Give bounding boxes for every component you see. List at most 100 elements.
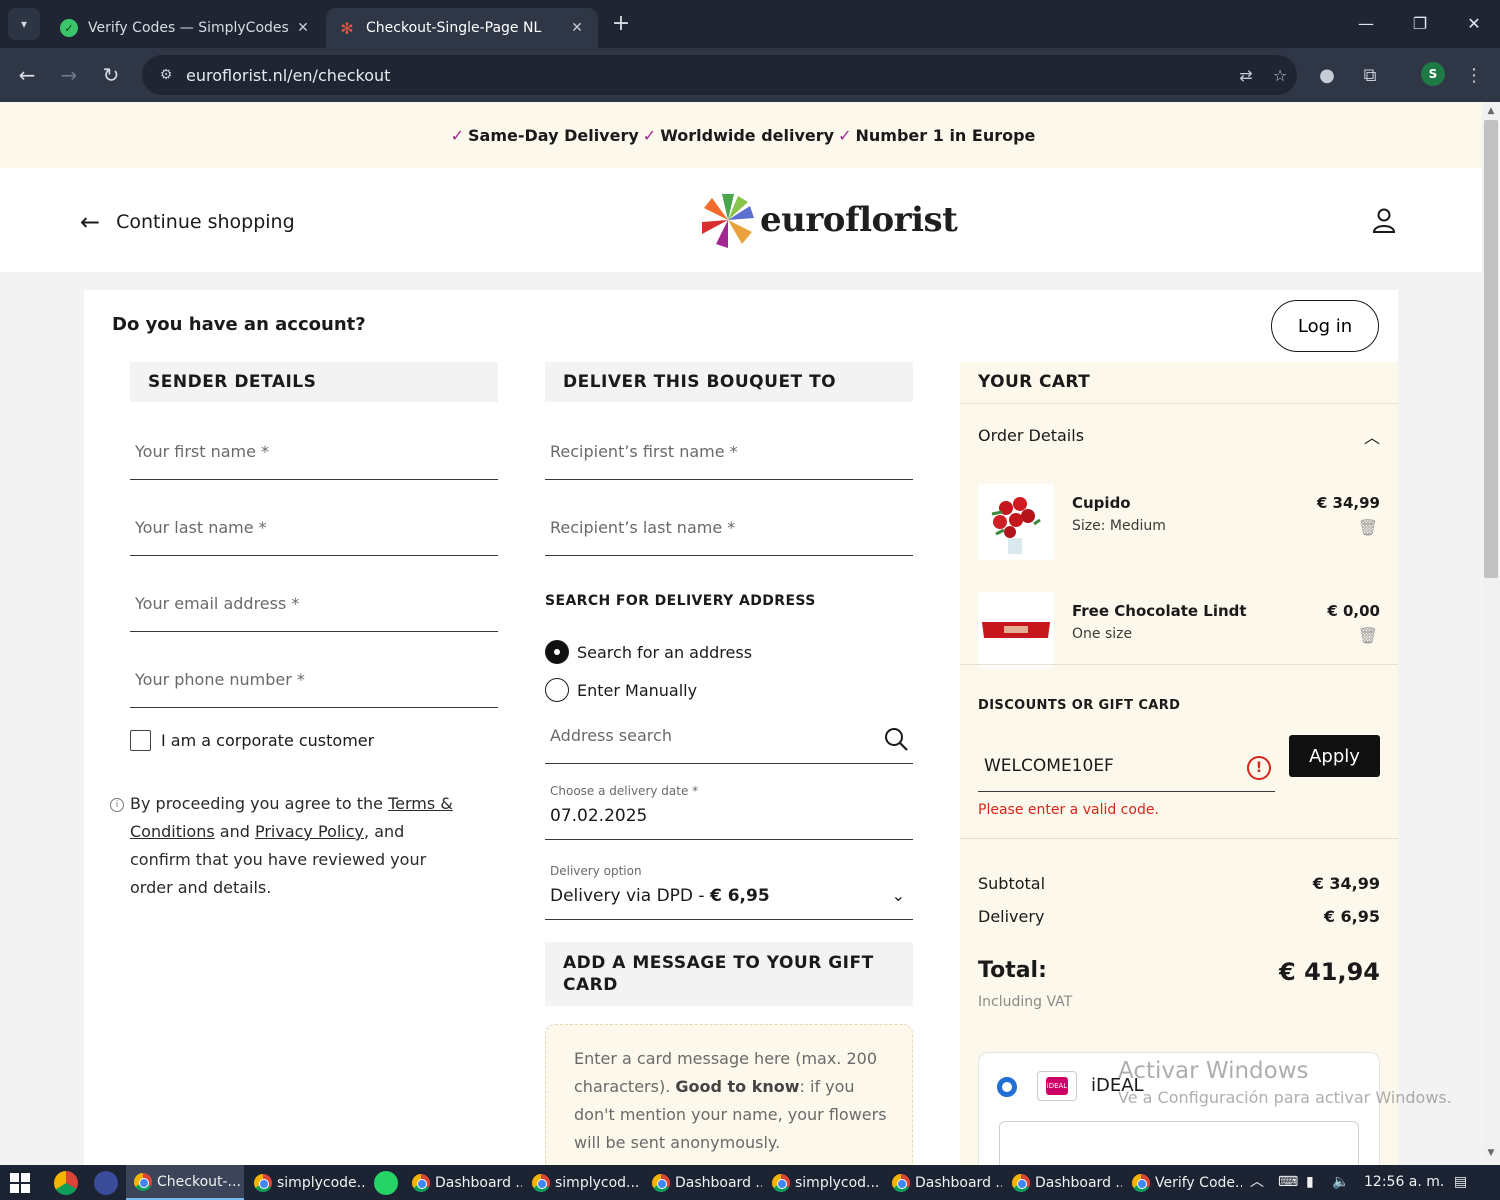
bookmark-star-icon[interactable]: ☆: [1263, 66, 1297, 85]
ideal-logo-icon: iDEAL: [1037, 1071, 1077, 1101]
delivery-option-select[interactable]: Delivery option Delivery via DPD - € 6,9…: [545, 864, 913, 920]
close-tab-icon[interactable]: ✕: [568, 20, 586, 36]
new-tab-icon[interactable]: +: [608, 12, 634, 38]
notification-icon[interactable]: ▤: [1454, 1165, 1467, 1200]
field-label: Delivery option: [550, 864, 642, 878]
delivery-date-field[interactable]: Choose a delivery date * 07.02.2025: [545, 784, 913, 840]
order-details-toggle[interactable]: Order Details: [978, 426, 1084, 445]
windows-start-icon[interactable]: [10, 1173, 30, 1193]
account-user-icon[interactable]: [1370, 206, 1398, 234]
browser-tab-bar: ▾ ✓ Verify Codes — SimplyCodes ✕ ✻ Check…: [0, 0, 1500, 48]
radio-enter-manually[interactable]: Enter Manually: [545, 678, 697, 702]
volume-icon[interactable]: 🔈: [1332, 1165, 1349, 1200]
chocolate-image: [978, 592, 1054, 668]
close-tab-icon[interactable]: ✕: [294, 20, 312, 36]
taskbar-item[interactable]: Verify Code...: [1124, 1165, 1242, 1200]
recipient-last-name-field[interactable]: Recipient’s last name *: [545, 504, 913, 556]
scroll-up-icon[interactable]: ▲: [1484, 106, 1498, 120]
continue-shopping-link[interactable]: ← Continue shopping: [80, 208, 295, 236]
sender-last-name-field[interactable]: Your last name *: [130, 504, 498, 556]
item-name: Free Chocolate Lindt: [1072, 602, 1247, 620]
translate-icon[interactable]: ⇄: [1229, 66, 1263, 85]
restore-icon[interactable]: ❐: [1400, 10, 1440, 38]
taskbar-item[interactable]: simplycode...: [246, 1165, 366, 1200]
back-icon[interactable]: ←: [12, 60, 42, 90]
radio-search-address[interactable]: Search for an address: [545, 640, 752, 664]
battery-icon[interactable]: ▮: [1306, 1165, 1314, 1200]
chevron-down-icon[interactable]: ⌄: [892, 886, 905, 905]
bank-select[interactable]: [999, 1121, 1359, 1165]
taskbar-item[interactable]: simplycod...: [524, 1165, 642, 1200]
apply-button[interactable]: Apply: [1289, 735, 1380, 777]
chrome-icon: [652, 1173, 670, 1192]
privacy-policy-link[interactable]: Privacy Policy: [255, 822, 364, 841]
site-info-icon[interactable]: ⚙: [148, 67, 184, 83]
taskbar-label: simplycod...: [795, 1174, 880, 1191]
taskbar-item[interactable]: Dashboard ...: [644, 1165, 762, 1200]
url-text[interactable]: euroflorist.nl/en/checkout: [186, 66, 1229, 85]
radio-unselected-icon[interactable]: [545, 678, 569, 702]
tray-chevron-up-icon[interactable]: ︿: [1250, 1165, 1264, 1200]
gift-message-textarea[interactable]: Enter a card message here (max. 200 char…: [545, 1024, 913, 1165]
extensions-puzzle-icon[interactable]: ⧉: [1356, 62, 1384, 90]
address-bar[interactable]: ⚙ euroflorist.nl/en/checkout ⇄ ☆: [142, 55, 1297, 95]
taskbar-item[interactable]: Dashboard ...: [884, 1165, 1002, 1200]
radio-label: Enter Manually: [577, 680, 698, 700]
scroll-down-icon[interactable]: ▼: [1484, 1148, 1498, 1162]
profile-avatar[interactable]: S: [1421, 62, 1445, 86]
tab-label: Checkout-Single-Page NL: [366, 20, 542, 36]
reload-icon[interactable]: ↻: [96, 60, 126, 90]
app-icon[interactable]: [94, 1171, 118, 1195]
payment-radio-selected[interactable]: [997, 1077, 1017, 1097]
tab-search-chevron-icon[interactable]: ▾: [8, 8, 40, 40]
windows-activation-watermark: Activar Windows: [1118, 1058, 1309, 1084]
chevron-up-icon[interactable]: ︿: [1364, 424, 1380, 448]
sender-phone-field[interactable]: Your phone number *: [130, 656, 498, 708]
trash-icon[interactable]: 🗑: [1358, 626, 1378, 645]
placeholder: Your last name *: [135, 518, 267, 537]
login-button[interactable]: Log in: [1271, 300, 1379, 352]
radio-selected-icon[interactable]: [545, 640, 569, 664]
search-icon[interactable]: [883, 726, 909, 752]
minimize-icon[interactable]: —: [1346, 10, 1386, 38]
discount-code-input[interactable]: WELCOME10EF !: [978, 740, 1275, 792]
browser-menu-icon[interactable]: ⋮: [1460, 62, 1488, 90]
chrome-icon: [532, 1173, 550, 1192]
taskbar-item[interactable]: Dashboard ...: [1004, 1165, 1122, 1200]
address-search-field[interactable]: Address search: [545, 712, 913, 764]
check-icon: ✓: [450, 125, 464, 145]
corporate-checkbox[interactable]: I am a corporate customer: [130, 730, 374, 751]
placeholder: Your phone number *: [135, 670, 305, 689]
forward-icon[interactable]: →: [54, 60, 84, 90]
placeholder: Address search: [550, 726, 672, 745]
extension-icon[interactable]: ●: [1313, 62, 1341, 90]
chrome-icon[interactable]: [54, 1171, 78, 1195]
discount-code-value: WELCOME10EF: [984, 756, 1114, 776]
sender-details-heading: SENDER DETAILS: [130, 362, 498, 402]
taskbar-label: Dashboard ...: [1035, 1174, 1122, 1191]
tab-verify-codes[interactable]: ✓ Verify Codes — SimplyCodes ✕: [48, 8, 324, 48]
taskbar-item[interactable]: simplycod...: [764, 1165, 882, 1200]
scrollbar-thumb[interactable]: [1484, 120, 1498, 578]
taskbar-item[interactable]: Dashboard ...: [404, 1165, 522, 1200]
network-icon[interactable]: ⌨: [1278, 1165, 1298, 1200]
close-window-icon[interactable]: ✕: [1454, 10, 1494, 38]
trash-icon[interactable]: 🗑: [1358, 518, 1378, 537]
site-header: ← Continue shopping euroflorist: [0, 168, 1482, 272]
sender-email-field[interactable]: Your email address *: [130, 580, 498, 632]
tab-checkout[interactable]: ✻ Checkout-Single-Page NL ✕: [326, 8, 598, 48]
delivery-value: € 6,95: [1323, 907, 1380, 926]
divider: [960, 838, 1398, 839]
checkbox-box[interactable]: [130, 730, 151, 751]
whatsapp-icon[interactable]: [374, 1171, 398, 1195]
promo-item: Number 1 in Europe: [855, 125, 1036, 145]
clock[interactable]: 12:56 a. m.: [1364, 1165, 1444, 1200]
gift-message-heading: ADD A MESSAGE TO YOUR GIFT CARD: [545, 942, 913, 1006]
sender-first-name-field[interactable]: Your first name *: [130, 428, 498, 480]
total-value: € 41,94: [1279, 958, 1380, 986]
recipient-first-name-field[interactable]: Recipient’s first name *: [545, 428, 913, 480]
euroflorist-logo[interactable]: euroflorist: [698, 190, 958, 250]
taskbar-item[interactable]: Checkout-...: [126, 1165, 244, 1200]
delivery-row: Delivery € 6,95: [978, 907, 1380, 926]
subtotal-row: Subtotal € 34,99: [978, 874, 1380, 893]
